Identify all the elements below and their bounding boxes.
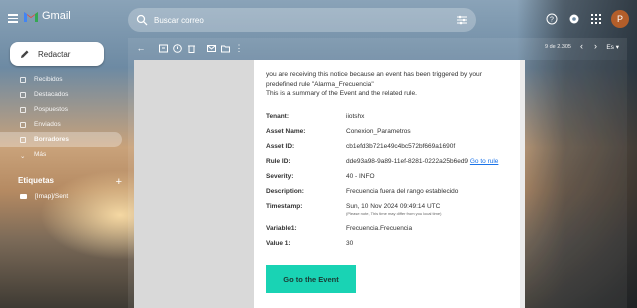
sidebar-item-pospuestos[interactable]: Pospuestos	[0, 102, 122, 117]
move-to-folder-icon[interactable]	[218, 41, 232, 55]
detail-row-asset-id: Asset ID: cb1efd3b721e49c4bc572bf669a169…	[266, 143, 513, 158]
top-bar: Gmail ? P	[0, 0, 637, 40]
compose-button[interactable]: Redactar	[10, 42, 104, 66]
detail-row-severity: Severity: 40 - INFO	[266, 173, 513, 188]
sidebar-item-enviados[interactable]: Enviados	[0, 117, 122, 132]
report-spam-icon[interactable]	[170, 41, 184, 55]
detail-row-description: Description: Frecuencia fuera del rango …	[266, 188, 513, 203]
gmail-m-icon	[24, 11, 38, 22]
pagination-text: 9 de 2.305	[545, 44, 571, 50]
row-label: Value 1:	[266, 239, 291, 247]
label-item-label: [Imap]/Sent	[35, 193, 69, 200]
row-label: Severity:	[266, 172, 294, 180]
sidebar-item-label: Borradores	[34, 136, 70, 143]
timestamp-value: Sun, 10 Nov 2024 09:49:14 UTC	[346, 202, 441, 210]
more-vert-icon[interactable]: ⋮	[232, 41, 246, 55]
email-card: you are receiving this notice because an…	[254, 60, 525, 308]
detail-row-tenant: Tenant: iiotshx	[266, 113, 513, 128]
search-icon[interactable]	[136, 14, 148, 26]
draft-icon	[20, 136, 26, 143]
sidebar-item-borradores[interactable]: Borradores	[0, 132, 122, 147]
prev-page-icon[interactable]: ‹	[580, 41, 583, 51]
sidebar-item-label: Pospuestos	[34, 106, 68, 113]
row-value: Frecuencia fuera del rango establecido	[346, 187, 459, 195]
intro-line-2: predefined rule "Alarma_Frecuencia"	[266, 80, 374, 88]
chevron-down-icon: ⌄	[20, 152, 26, 160]
side-panel-area	[520, 60, 627, 308]
sidebar-item-destacados[interactable]: Destacados	[0, 87, 122, 102]
row-value: dde93a98-9a89-11ef-8281-0222a25b6ed9 Go …	[346, 158, 498, 165]
label-tag-icon	[20, 194, 27, 199]
row-label: Description:	[266, 187, 304, 195]
row-label: Rule ID:	[266, 157, 291, 165]
mark-unread-mail-icon[interactable]	[204, 41, 218, 55]
sidebar-item-recibidos[interactable]: Recibidos	[0, 72, 122, 87]
search-filter-icon[interactable]	[456, 14, 468, 26]
language-selector[interactable]: Es ▾	[606, 43, 619, 51]
compose-label: Redactar	[38, 49, 71, 59]
sidebar-item-label: Recibidos	[34, 76, 63, 83]
row-label: Tenant:	[266, 112, 289, 120]
intro-line-1: you are receiving this notice because an…	[266, 71, 482, 78]
sidebar-item-label: Enviados	[34, 121, 61, 128]
row-label: Timestamp:	[266, 202, 303, 210]
row-value: cb1efd3b721e49c4bc572bf669a1690f	[346, 142, 456, 150]
label-item-imap-sent[interactable]: [Imap]/Sent	[20, 193, 68, 200]
email-body-background: you are receiving this notice because an…	[134, 60, 525, 308]
detail-row-variable1: Variable1: Frecuencia.Frecuencia	[266, 225, 513, 240]
email-intro: you are receiving this notice because an…	[266, 70, 513, 99]
intro-line-3: This is a summary of the Event and the r…	[266, 90, 417, 97]
gmail-logo[interactable]: Gmail	[24, 10, 71, 22]
row-value: iiotshx	[346, 112, 365, 120]
clock-icon	[20, 106, 26, 113]
row-value: 30	[346, 239, 354, 247]
star-icon	[20, 91, 26, 98]
sidebar-item-label: Más	[34, 151, 47, 158]
row-value: Sun, 10 Nov 2024 09:49:14 UTC (Please no…	[346, 203, 441, 216]
timezone-note: (Please note, This time may differ from …	[346, 210, 442, 216]
language-label: Es	[606, 44, 614, 51]
row-label: Asset ID:	[266, 142, 295, 150]
row-value: 40 - INFO	[346, 172, 375, 180]
labels-title: Etiquetas	[18, 176, 55, 185]
add-label-button[interactable]: +	[116, 176, 122, 188]
sidebar-nav: Recibidos Destacados Pospuestos Enviados…	[0, 72, 122, 162]
rule-id-value: dde93a98-9a89-11ef-8281-0222a25b6ed9	[346, 157, 469, 165]
sidebar-item-mas[interactable]: ⌄ Más	[0, 147, 122, 162]
row-value: Conexion_Parametros	[346, 127, 411, 135]
row-value: Frecuencia.Frecuencia	[346, 224, 413, 232]
send-icon	[20, 121, 26, 128]
account-avatar[interactable]: P	[611, 10, 629, 28]
delete-trash-icon[interactable]	[184, 41, 198, 55]
detail-row-timestamp: Timestamp: Sun, 10 Nov 2024 09:49:14 UTC…	[266, 203, 513, 225]
help-icon[interactable]: ?	[545, 12, 559, 26]
archive-icon[interactable]	[156, 41, 170, 55]
mail-toolbar: ← ⋮ 9 de 2.305 ‹ › Es ▾	[128, 38, 627, 58]
row-label: Asset Name:	[266, 127, 306, 135]
detail-row-rule-id: Rule ID: dde93a98-9a89-11ef-8281-0222a25…	[266, 158, 513, 173]
go-to-event-button[interactable]: Go to the Event	[266, 265, 356, 293]
menu-icon[interactable]	[8, 14, 18, 23]
app-name: Gmail	[42, 10, 71, 22]
sidebar-item-label: Destacados	[34, 91, 69, 98]
apps-grid-icon[interactable]	[589, 12, 603, 26]
inbox-icon	[20, 76, 26, 83]
event-details: Tenant: iiotshx Asset Name: Conexion_Par…	[266, 113, 513, 255]
row-label: Variable1:	[266, 224, 297, 232]
labels-header: Etiquetas +	[18, 176, 122, 188]
search-input[interactable]	[152, 14, 406, 26]
settings-gear-icon[interactable]	[567, 12, 581, 26]
detail-row-value1: Value 1: 30	[266, 240, 513, 255]
back-arrow-icon[interactable]: ←	[134, 41, 148, 55]
search-bar[interactable]	[128, 8, 476, 32]
svg-text:?: ?	[550, 17, 554, 24]
detail-row-asset-name: Asset Name: Conexion_Parametros	[266, 128, 513, 143]
go-to-rule-link[interactable]: Go to rule	[470, 158, 499, 165]
pencil-icon	[20, 49, 30, 59]
next-page-icon[interactable]: ›	[594, 41, 597, 51]
mail-panel: ← ⋮ 9 de 2.305 ‹ › Es ▾ you are receivin…	[128, 38, 627, 308]
